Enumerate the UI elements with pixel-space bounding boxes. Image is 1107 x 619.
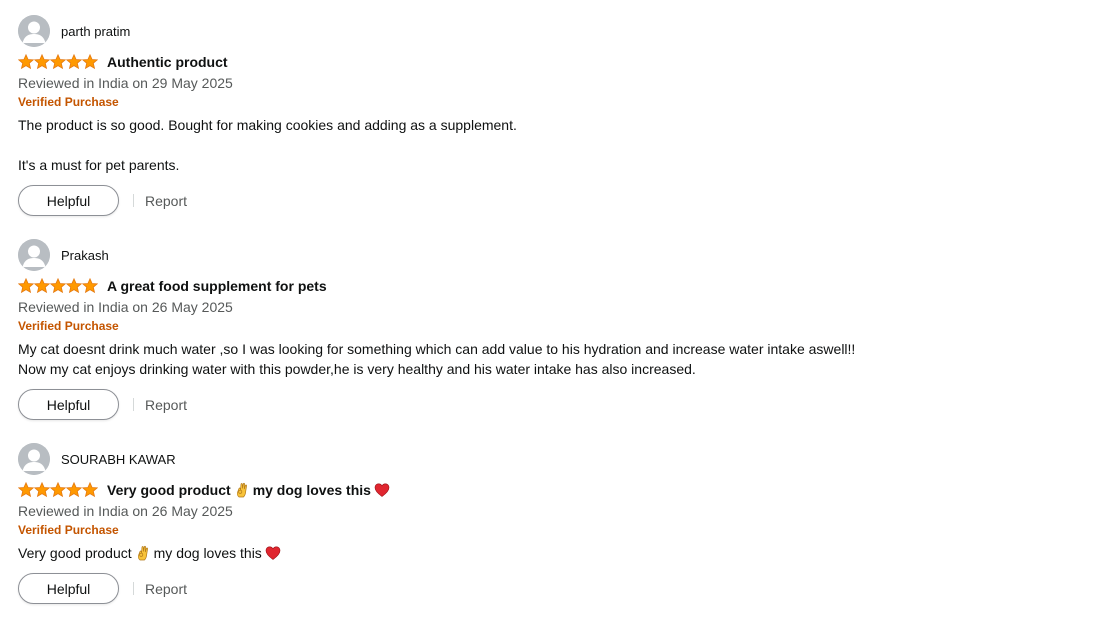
- review-title[interactable]: Authentic product: [107, 54, 228, 70]
- helpful-button[interactable]: Helpful: [18, 389, 119, 420]
- star-icon: [82, 54, 98, 70]
- star-icon: [66, 482, 82, 498]
- star-icon: [50, 54, 66, 70]
- review-title-row: Authentic product: [18, 52, 1098, 72]
- review-actions: Helpful Report: [18, 573, 1098, 604]
- review-card: Prakash A great food supplement for pets…: [18, 239, 1098, 420]
- review-title[interactable]: A great food supplement for pets: [107, 278, 327, 294]
- star-icon: [34, 482, 50, 498]
- review-text-part: my dog loves this: [153, 545, 262, 561]
- review-title[interactable]: Very good product my dog loves this: [107, 482, 393, 498]
- reviewer-profile[interactable]: Prakash: [18, 239, 1098, 271]
- review-title-row: Very good product my dog loves this: [18, 480, 1098, 500]
- red-heart-emoji-icon: [374, 483, 390, 497]
- review-body: The product is so good. Bought for makin…: [18, 115, 1098, 175]
- report-link[interactable]: Report: [145, 397, 187, 413]
- red-heart-emoji-icon: [265, 546, 281, 560]
- star-rating[interactable]: [18, 482, 98, 498]
- star-icon: [50, 482, 66, 498]
- review-text-line: It's a must for pet parents.: [18, 157, 180, 173]
- ok-hand-emoji-icon: [137, 545, 148, 561]
- review-actions: Helpful Report: [18, 185, 1098, 216]
- helpful-button[interactable]: Helpful: [18, 573, 119, 604]
- report-link[interactable]: Report: [145, 193, 187, 209]
- review-date: Reviewed in India on 29 May 2025: [18, 75, 233, 91]
- reviewer-profile[interactable]: parth pratim: [18, 15, 1098, 47]
- review-body: My cat doesnt drink much water ,so I was…: [18, 339, 1098, 379]
- review-title-part: my dog loves this: [252, 482, 371, 498]
- review-text-line: My cat doesnt drink much water ,so I was…: [18, 341, 856, 357]
- action-divider: [133, 398, 134, 411]
- verified-purchase-badge[interactable]: Verified Purchase: [18, 319, 1098, 334]
- ok-hand-emoji-icon: [236, 482, 247, 498]
- review-title-part: Very good product: [107, 482, 231, 498]
- star-icon: [66, 54, 82, 70]
- review-text-line: Now my cat enjoys drinking water with th…: [18, 361, 696, 377]
- avatar-icon: [18, 443, 50, 475]
- reviewer-profile[interactable]: SOURABH KAWAR: [18, 443, 1098, 475]
- review-card: SOURABH KAWAR Very good product my dog l…: [18, 443, 1098, 604]
- reviews-list: parth pratim Authentic product Reviewed …: [0, 0, 1107, 619]
- star-icon: [50, 278, 66, 294]
- review-date: Reviewed in India on 26 May 2025: [18, 503, 233, 519]
- avatar-icon: [18, 239, 50, 271]
- star-icon: [34, 278, 50, 294]
- reviewer-name[interactable]: parth pratim: [61, 24, 130, 39]
- reviewer-name[interactable]: Prakash: [61, 248, 109, 263]
- review-text-part: Very good product: [18, 545, 132, 561]
- helpful-button[interactable]: Helpful: [18, 185, 119, 216]
- review-text-line: Very good product my dog loves this: [18, 543, 1098, 563]
- star-icon: [66, 278, 82, 294]
- star-icon: [34, 54, 50, 70]
- star-icon: [82, 482, 98, 498]
- reviewer-name[interactable]: SOURABH KAWAR: [61, 452, 176, 467]
- star-icon: [18, 278, 34, 294]
- review-body: Very good product my dog loves this: [18, 543, 1098, 563]
- review-title-row: A great food supplement for pets: [18, 276, 1098, 296]
- star-icon: [18, 54, 34, 70]
- review-text-line: The product is so good. Bought for makin…: [18, 117, 517, 133]
- star-icon: [18, 482, 34, 498]
- review-date: Reviewed in India on 26 May 2025: [18, 299, 233, 315]
- review-actions: Helpful Report: [18, 389, 1098, 420]
- verified-purchase-badge[interactable]: Verified Purchase: [18, 95, 1098, 110]
- review-card: parth pratim Authentic product Reviewed …: [18, 15, 1098, 216]
- star-rating[interactable]: [18, 278, 98, 294]
- verified-purchase-badge[interactable]: Verified Purchase: [18, 523, 1098, 538]
- report-link[interactable]: Report: [145, 581, 187, 597]
- avatar-icon: [18, 15, 50, 47]
- star-rating[interactable]: [18, 54, 98, 70]
- action-divider: [133, 582, 134, 595]
- action-divider: [133, 194, 134, 207]
- star-icon: [82, 278, 98, 294]
